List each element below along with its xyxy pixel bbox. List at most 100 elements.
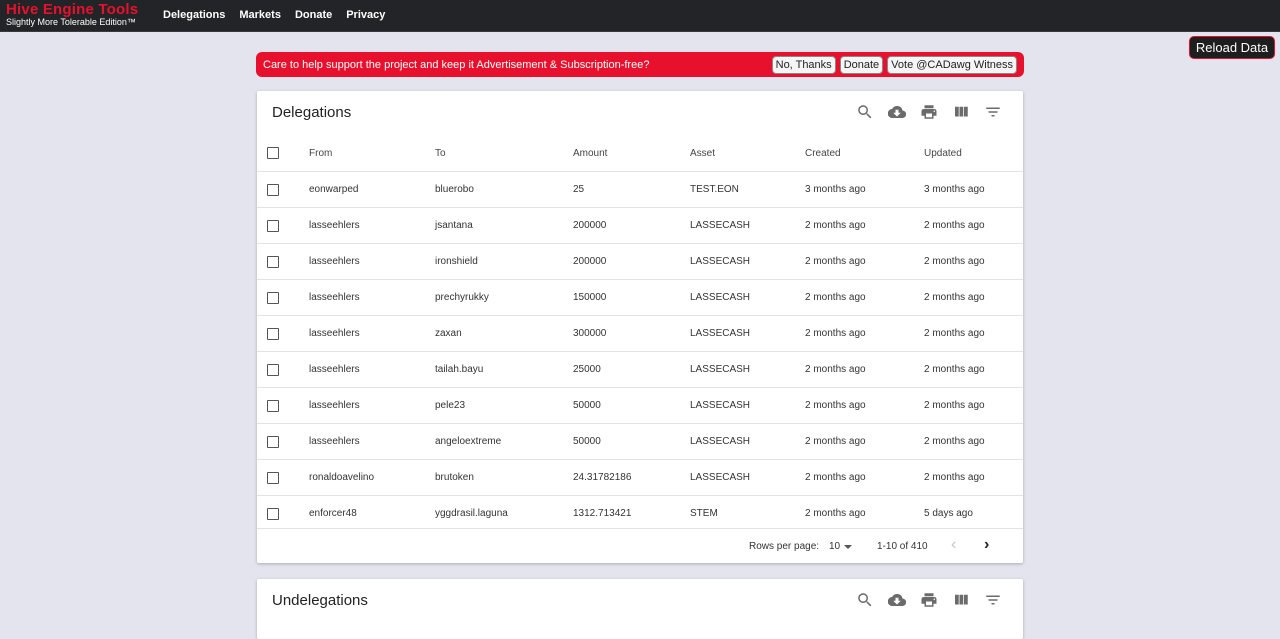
row-checkbox[interactable] — [267, 183, 279, 196]
cell-from: lasseehlers — [309, 279, 435, 316]
card-title: Delegations — [272, 104, 352, 121]
row-checkbox[interactable] — [267, 507, 279, 520]
card-title: Undelegations — [272, 592, 368, 609]
cell-created: 2 months ago — [805, 315, 924, 352]
select-all-checkbox[interactable] — [267, 147, 279, 159]
delegations-table: From To Amount Asset Created Updated eon… — [257, 135, 1023, 531]
row-checkbox[interactable] — [267, 327, 279, 340]
table-row[interactable]: lasseehlers tailah.bayu 25000 LASSECASH … — [257, 351, 1023, 388]
table-row[interactable]: lasseehlers ironshield 200000 LASSECASH … — [257, 243, 1023, 280]
cell-created: 2 months ago — [805, 495, 924, 531]
row-checkbox[interactable] — [267, 399, 279, 412]
cell-from: lasseehlers — [309, 243, 435, 280]
table-pagination: Rows per page: 10 1-10 of 410 ‹ › — [257, 528, 1023, 564]
cloud-download-icon[interactable] — [888, 103, 906, 121]
column-header-to[interactable]: To — [435, 135, 573, 172]
table-row[interactable]: lasseehlers pele23 50000 LASSECASH 2 mon… — [257, 387, 1023, 424]
cell-to: angeloextreme — [435, 423, 573, 460]
cell-updated: 2 months ago — [924, 207, 1023, 244]
cell-asset: TEST.EON — [690, 171, 805, 208]
column-header-amount[interactable]: Amount — [573, 135, 690, 172]
column-header-updated[interactable]: Updated — [924, 135, 1023, 172]
row-checkbox[interactable] — [267, 291, 279, 304]
nav-link-markets[interactable]: Markets — [239, 9, 281, 21]
cell-updated: 2 months ago — [924, 243, 1023, 280]
cell-from: lasseehlers — [309, 387, 435, 424]
cell-asset: LASSECASH — [690, 315, 805, 352]
cell-updated: 5 days ago — [924, 495, 1023, 531]
cell-to: ironshield — [435, 243, 573, 280]
previous-page-icon[interactable]: ‹ — [951, 537, 956, 553]
table-row[interactable]: enforcer48 yggdrasil.laguna 1312.713421 … — [257, 495, 1023, 531]
table-toolbar — [856, 103, 1002, 121]
cell-from: eonwarped — [309, 171, 435, 208]
banner-buttons: No, Thanks Donate Vote @CADawg Witness — [771, 56, 1017, 74]
cell-asset: LASSECASH — [690, 207, 805, 244]
filter-icon[interactable] — [984, 103, 1002, 121]
rows-per-page-select[interactable]: 10 — [829, 541, 853, 552]
table-row[interactable]: ronaldoavelino brutoken 24.31782186 LASS… — [257, 459, 1023, 496]
cell-asset: LASSECASH — [690, 351, 805, 388]
row-checkbox[interactable] — [267, 255, 279, 268]
cell-amount: 150000 — [573, 279, 690, 316]
cell-amount: 50000 — [573, 387, 690, 424]
undelegations-card: Undelegations — [257, 579, 1023, 639]
cell-from: ronaldoavelino — [309, 459, 435, 496]
table-row[interactable]: lasseehlers prechyrukky 150000 LASSECASH… — [257, 279, 1023, 316]
vote-witness-button[interactable]: Vote @CADawg Witness — [887, 56, 1017, 74]
cell-to: bluerobo — [435, 171, 573, 208]
support-banner: Care to help support the project and kee… — [256, 52, 1024, 77]
search-icon[interactable] — [856, 103, 874, 121]
cell-created: 2 months ago — [805, 243, 924, 280]
no-thanks-button[interactable]: No, Thanks — [771, 56, 836, 74]
cell-to: zaxan — [435, 315, 573, 352]
cell-updated: 3 months ago — [924, 171, 1023, 208]
filter-icon[interactable] — [984, 591, 1002, 609]
print-icon[interactable] — [920, 103, 938, 121]
banner-text: Care to help support the project and kee… — [263, 59, 650, 71]
row-checkbox[interactable] — [267, 363, 279, 376]
donate-button[interactable]: Donate — [839, 56, 884, 74]
nav-link-delegations[interactable]: Delegations — [163, 9, 225, 21]
table-row[interactable]: lasseehlers jsantana 200000 LASSECASH 2 … — [257, 207, 1023, 244]
cell-amount: 24.31782186 — [573, 459, 690, 496]
row-checkbox[interactable] — [267, 435, 279, 448]
column-header-created[interactable]: Created — [805, 135, 924, 172]
cell-asset: LASSECASH — [690, 459, 805, 496]
cell-asset: LASSECASH — [690, 423, 805, 460]
dropdown-caret-icon — [844, 544, 853, 549]
view-column-icon[interactable] — [952, 103, 970, 121]
print-icon[interactable] — [920, 591, 938, 609]
column-header-asset[interactable]: Asset — [690, 135, 805, 172]
cell-to: brutoken — [435, 459, 573, 496]
table-row[interactable]: eonwarped bluerobo 25 TEST.EON 3 months … — [257, 171, 1023, 208]
cell-created: 3 months ago — [805, 171, 924, 208]
brand[interactable]: Hive Engine Tools Slightly More Tolerabl… — [6, 1, 139, 28]
cell-to: tailah.bayu — [435, 351, 573, 388]
nav-link-donate[interactable]: Donate — [295, 9, 332, 21]
reload-data-button[interactable]: Reload Data — [1189, 36, 1275, 59]
cloud-download-icon[interactable] — [888, 591, 906, 609]
row-checkbox[interactable] — [267, 471, 279, 484]
cell-from: lasseehlers — [309, 423, 435, 460]
cell-to: prechyrukky — [435, 279, 573, 316]
column-header-from[interactable]: From — [309, 135, 435, 172]
table-row[interactable]: lasseehlers angeloextreme 50000 LASSECAS… — [257, 423, 1023, 460]
table-header-row: From To Amount Asset Created Updated — [257, 135, 1023, 172]
nav-links: Delegations Markets Donate Privacy — [163, 9, 385, 21]
nav-link-privacy[interactable]: Privacy — [346, 9, 385, 21]
table-row[interactable]: lasseehlers zaxan 300000 LASSECASH 2 mon… — [257, 315, 1023, 352]
cell-to: jsantana — [435, 207, 573, 244]
view-column-icon[interactable] — [952, 591, 970, 609]
cell-updated: 2 months ago — [924, 351, 1023, 388]
rows-per-page-label: Rows per page: — [749, 541, 820, 552]
table-toolbar — [856, 591, 1002, 609]
cell-to: yggdrasil.laguna — [435, 495, 573, 531]
brand-title: Hive Engine Tools — [6, 1, 139, 18]
next-page-icon[interactable]: › — [984, 537, 989, 553]
search-icon[interactable] — [856, 591, 874, 609]
row-checkbox[interactable] — [267, 219, 279, 232]
cell-asset: STEM — [690, 495, 805, 531]
cell-from: lasseehlers — [309, 351, 435, 388]
cell-created: 2 months ago — [805, 351, 924, 388]
